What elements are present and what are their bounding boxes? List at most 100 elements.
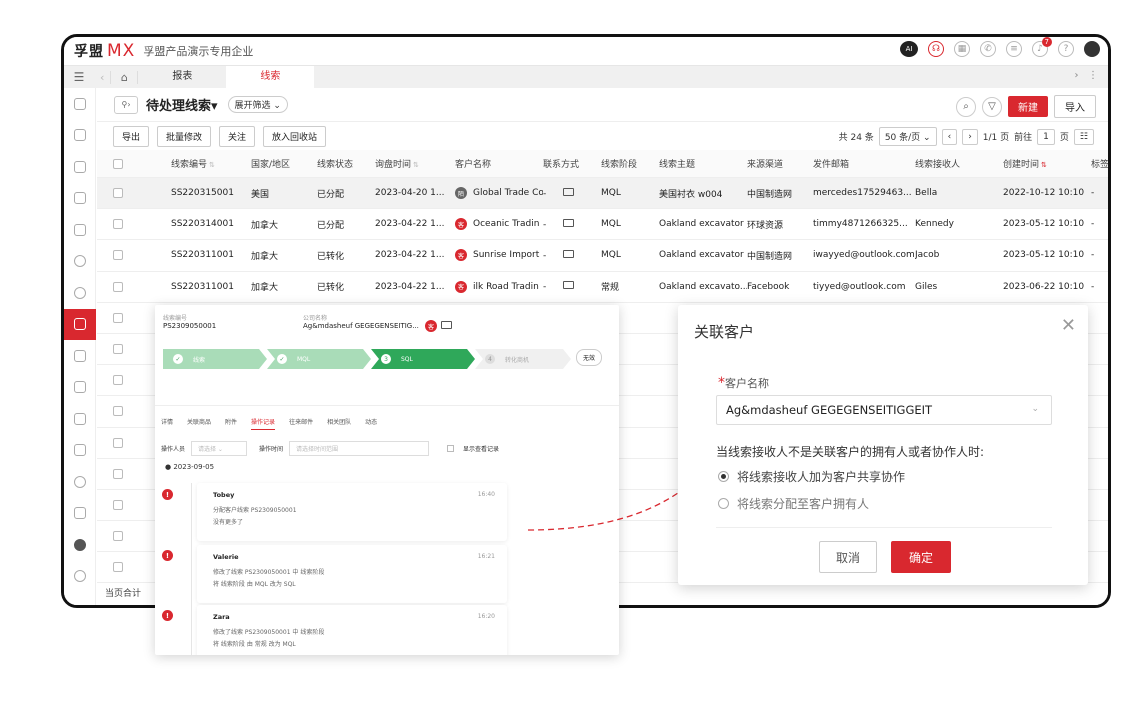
- row-checkbox[interactable]: [113, 250, 123, 261]
- sidebar-leads-icon[interactable]: [64, 308, 96, 340]
- cancel-button[interactable]: 取消: [819, 541, 877, 573]
- col-header[interactable]: 国家/地区: [251, 157, 317, 170]
- sidebar-whatsapp-icon[interactable]: [64, 529, 96, 561]
- row-checkbox[interactable]: [113, 219, 123, 230]
- whatsapp-icon[interactable]: ✆: [980, 41, 996, 57]
- sidebar-a-icon[interactable]: [64, 277, 96, 309]
- cell-customer[interactable]: 陌 Global Trade Co: [455, 187, 543, 200]
- tab-operation-log[interactable]: 操作记录: [251, 417, 276, 430]
- row-checkbox[interactable]: [113, 188, 123, 199]
- stage-sql[interactable]: 3 SQL: [371, 349, 475, 369]
- col-header[interactable]: 线索阶段: [601, 157, 659, 170]
- sidebar-truck-icon[interactable]: [64, 372, 96, 404]
- table-row[interactable]: SS220311001 加拿大 已转化 2023-04-22 1... 客 Sun…: [97, 240, 1108, 272]
- menu-toggle-icon[interactable]: ☰: [64, 70, 94, 84]
- cell-contact[interactable]: -: [543, 249, 601, 261]
- stage-mql[interactable]: ✓ MQL: [267, 349, 371, 369]
- column-settings-icon[interactable]: ☷: [1073, 128, 1094, 145]
- stage-opportunity[interactable]: 4 转化商机: [475, 349, 571, 369]
- import-button[interactable]: 导入: [1054, 95, 1096, 118]
- next-page-button[interactable]: ›: [962, 128, 978, 145]
- row-checkbox[interactable]: [113, 312, 123, 323]
- customer-select[interactable]: Ag&mdasheuf GEGEGENSEITIGGEIT ⌄: [716, 395, 1052, 425]
- mail-icon[interactable]: [563, 218, 575, 227]
- table-row[interactable]: SS220315001 美国 已分配 2023-04-20 1... 陌 Glob…: [97, 178, 1108, 210]
- filter-icon[interactable]: ▽: [982, 96, 1002, 117]
- col-header[interactable]: 发件邮箱: [813, 157, 915, 170]
- tab-back-icon[interactable]: ‹: [100, 71, 104, 84]
- col-header[interactable]: 联系方式: [543, 157, 601, 170]
- tab-activity[interactable]: 动态: [365, 417, 377, 430]
- sidebar-compass-icon[interactable]: [64, 246, 96, 278]
- apps-grid-icon[interactable]: ▦: [954, 41, 970, 57]
- cell-customer[interactable]: 客 Sunrise Import: [455, 249, 543, 262]
- cell-contact[interactable]: -: [543, 281, 601, 292]
- col-header[interactable]: 线索接收人: [915, 157, 1003, 170]
- cell-customer[interactable]: 客 Oceanic Tradin: [455, 218, 543, 231]
- col-header[interactable]: 询盘时间 ⇅: [375, 157, 455, 170]
- recycle-button[interactable]: 放入回收站: [263, 125, 327, 147]
- mail-icon[interactable]: [563, 249, 575, 258]
- invalid-button[interactable]: 无效: [576, 349, 603, 366]
- user-avatar[interactable]: [1084, 41, 1100, 57]
- headset-icon[interactable]: ☊: [928, 41, 944, 57]
- sidebar-cloud-icon[interactable]: [64, 466, 96, 498]
- row-checkbox[interactable]: [113, 281, 123, 292]
- bulk-edit-button[interactable]: 批量修改: [157, 125, 212, 147]
- show-view-records-checkbox[interactable]: [447, 445, 455, 452]
- table-row[interactable]: SS220311001 加拿大 已转化 2023-04-22 1... 客 ilk…: [97, 272, 1108, 303]
- confirm-button[interactable]: 确定: [891, 541, 951, 573]
- sidebar-chart-icon[interactable]: [64, 403, 96, 435]
- row-checkbox[interactable]: [113, 437, 123, 448]
- view-title[interactable]: 待处理线索▾: [146, 95, 218, 114]
- tab-leads[interactable]: 线索: [226, 66, 315, 88]
- tab-emails[interactable]: 往来邮件: [289, 417, 313, 430]
- sidebar-mail-icon[interactable]: [64, 183, 96, 215]
- option-share[interactable]: 将线索接收人加为客户共享协作: [718, 468, 905, 485]
- col-header[interactable]: 线索主题: [659, 157, 747, 170]
- bell-icon[interactable]: ♪ 7: [1032, 37, 1052, 57]
- home-tab-icon[interactable]: ⌂: [110, 70, 139, 84]
- prev-page-button[interactable]: ‹: [941, 128, 958, 145]
- user-switch-icon[interactable]: ⚲›: [114, 95, 138, 114]
- app-logo[interactable]: 孚盟 MX: [74, 41, 135, 61]
- radio-share[interactable]: [718, 471, 729, 482]
- tab-detail[interactable]: 详情: [161, 417, 173, 430]
- row-checkbox[interactable]: [113, 375, 123, 386]
- select-all-checkbox[interactable]: [113, 158, 123, 169]
- cell-contact[interactable]: -: [543, 187, 601, 199]
- tab-more-icon[interactable]: › ⋮: [1074, 70, 1098, 81]
- sidebar-monitor-icon[interactable]: [64, 498, 96, 530]
- mail-icon[interactable]: [441, 321, 452, 329]
- optime-range-input[interactable]: 请选择时间范围: [289, 441, 430, 456]
- sidebar-doc-icon[interactable]: [64, 340, 96, 372]
- table-row[interactable]: SS220314001 加拿大 已分配 2023-04-22 1... 客 Oce…: [97, 209, 1108, 241]
- sidebar-book-icon[interactable]: [64, 435, 96, 467]
- col-header[interactable]: 线索编号 ⇅: [171, 157, 251, 170]
- goto-page-input[interactable]: 1: [1037, 128, 1055, 145]
- page-size-select[interactable]: 50 条/页 ⌄: [878, 127, 937, 146]
- col-header[interactable]: 标签: [1091, 157, 1108, 170]
- task-icon[interactable]: ≡: [1006, 41, 1022, 57]
- tab-team[interactable]: 相关团队: [327, 417, 351, 430]
- tab-report[interactable]: 报表: [138, 66, 226, 88]
- col-header[interactable]: 客户名称: [455, 157, 543, 170]
- export-button[interactable]: 导出: [113, 125, 150, 147]
- option-assign[interactable]: 将线索分配至客户拥有人: [718, 495, 869, 512]
- row-checkbox[interactable]: [113, 468, 123, 479]
- tab-attachments[interactable]: 附件: [225, 417, 237, 430]
- sidebar-home-icon[interactable]: [64, 88, 96, 120]
- row-checkbox[interactable]: [113, 406, 123, 417]
- sidebar-contact-icon[interactable]: [64, 120, 96, 152]
- expand-filter-button[interactable]: 展开筛选 ⌄: [227, 96, 288, 113]
- cell-customer[interactable]: 客 ilk Road Tradin: [455, 280, 543, 293]
- col-header[interactable]: 创建时间 ⇅: [1003, 157, 1091, 170]
- follow-button[interactable]: 关注: [219, 125, 256, 147]
- help-icon[interactable]: ?: [1058, 41, 1074, 57]
- row-checkbox[interactable]: [113, 344, 123, 355]
- ai-icon[interactable]: AI: [900, 41, 918, 57]
- row-checkbox[interactable]: [113, 562, 123, 573]
- mail-icon[interactable]: [563, 187, 575, 196]
- cell-contact[interactable]: -: [543, 218, 601, 230]
- sidebar-bag-icon[interactable]: [64, 214, 96, 246]
